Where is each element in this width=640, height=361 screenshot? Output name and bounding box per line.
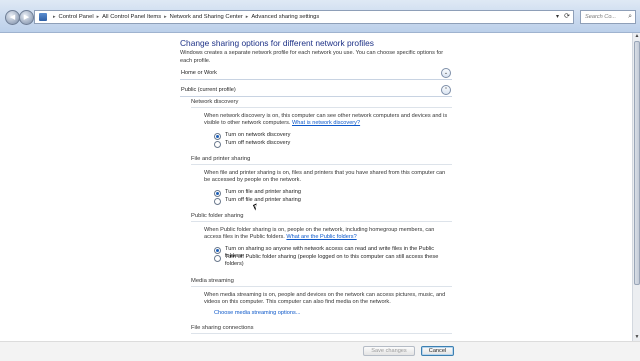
chevron-up-icon[interactable]: ⌃ (441, 85, 451, 95)
address-toolbar: ◀ ▶ ▸ Control Panel ▸ All Control Panel … (0, 0, 640, 33)
radio-button-selected[interactable] (214, 133, 221, 140)
search-icon: ⌕ (628, 13, 632, 20)
section-title-file-printer-sharing: File and printer sharing (191, 156, 251, 162)
radio-button-selected[interactable] (214, 247, 221, 254)
section-title-public-folder-sharing: Public folder sharing (191, 213, 244, 219)
intro-text: Windows creates a separate network profi… (180, 50, 444, 64)
forward-button[interactable]: ▶ (19, 10, 34, 25)
scroll-down-arrow-icon[interactable]: ▼ (633, 334, 640, 341)
chevron-down-icon[interactable]: ⌄ (441, 68, 451, 78)
radio-file-sharing-on[interactable]: Turn on file and printer sharing (214, 189, 301, 197)
public-folders-help-link[interactable]: What are the Public folders? (286, 234, 356, 240)
profile-home-work[interactable]: Home or Work ⌄ (180, 68, 452, 80)
address-dropdown-icon[interactable]: ▾ (556, 11, 559, 23)
refresh-icon[interactable]: ⟳ (564, 11, 570, 23)
media-streaming-options-link[interactable]: Choose media streaming options... (214, 310, 300, 316)
breadcrumb-advanced-sharing[interactable]: Advanced sharing settings (251, 14, 319, 20)
profile-public[interactable]: Public (current profile) ⌃ (180, 85, 452, 97)
public-folder-description: When Public folder sharing is on, people… (204, 227, 449, 242)
radio-label: Turn off network discovery (225, 140, 291, 146)
chevron-right-icon: ▸ (164, 14, 167, 20)
radio-file-sharing-off[interactable]: Turn off file and printer sharing (214, 197, 301, 205)
profile-public-label: Public (current profile) (181, 87, 236, 93)
radio-button[interactable] (214, 255, 221, 262)
network-discovery-help-link[interactable]: What is network discovery? (292, 120, 360, 126)
save-changes-button[interactable]: Save changes (363, 346, 415, 356)
section-title-file-sharing-connections: File sharing connections (191, 325, 254, 331)
page-title: Change sharing options for different net… (180, 38, 374, 48)
radio-label: Turn on network discovery (225, 132, 291, 138)
divider (191, 221, 452, 222)
button-bar: Save changes Cancel (0, 341, 640, 361)
radio-label: Turn off Public folder sharing (people l… (225, 254, 439, 267)
network-discovery-description: When network discovery is on, this compu… (204, 113, 449, 128)
search-placeholder: Search Co... (585, 14, 617, 20)
radio-label: Turn on file and printer sharing (225, 189, 301, 195)
radio-network-discovery-on[interactable]: Turn on network discovery (214, 132, 290, 140)
breadcrumb-network-sharing-center[interactable]: Network and Sharing Center (170, 14, 243, 20)
settings-panel: Change sharing options for different net… (0, 33, 632, 341)
breadcrumb-control-panel[interactable]: Control Panel (59, 14, 94, 20)
cancel-button[interactable]: Cancel (421, 346, 454, 356)
chevron-right-icon: ▸ (53, 14, 56, 20)
radio-button-selected[interactable] (214, 190, 221, 197)
search-input[interactable]: Search Co... ⌕ (580, 10, 636, 24)
radio-public-sharing-off[interactable]: Turn off Public folder sharing (people l… (214, 254, 446, 268)
divider (191, 286, 452, 287)
radio-network-discovery-off[interactable]: Turn off network discovery (214, 140, 290, 148)
divider (191, 107, 452, 108)
forward-arrow-icon: ▶ (23, 14, 30, 21)
profile-home-label: Home or Work (181, 70, 217, 76)
radio-button[interactable] (214, 141, 221, 148)
address-bar[interactable]: ▸ Control Panel ▸ All Control Panel Item… (34, 10, 574, 24)
media-streaming-description: When media streaming is on, people and d… (204, 292, 446, 306)
divider (191, 164, 452, 165)
control-panel-icon (39, 13, 47, 21)
section-title-network-discovery: Network discovery (191, 99, 239, 105)
chevron-right-icon: ▸ (96, 14, 100, 20)
vertical-scrollbar[interactable]: ▲ ▼ (632, 33, 640, 341)
section-title-media-streaming: Media streaming (191, 278, 234, 284)
chevron-right-icon: ▸ (245, 14, 249, 20)
radio-button[interactable] (214, 198, 221, 205)
scroll-up-arrow-icon[interactable]: ▲ (633, 33, 640, 40)
scrollbar-thumb[interactable] (634, 41, 640, 285)
divider (191, 333, 452, 334)
back-button[interactable]: ◀ (5, 10, 20, 25)
file-printer-sharing-description: When file and printer sharing is on, fil… (204, 170, 446, 184)
radio-label: Turn off file and printer sharing (225, 197, 301, 203)
back-arrow-icon: ◀ (9, 14, 16, 21)
breadcrumb-all-items[interactable]: All Control Panel Items (102, 14, 161, 20)
